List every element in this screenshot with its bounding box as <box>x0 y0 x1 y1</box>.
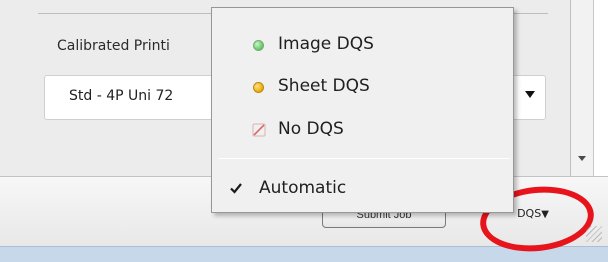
select-value: Std - 4P Uni 72 <box>69 88 174 104</box>
calibrated-printing-label: Calibrated Printi <box>57 38 170 54</box>
vertical-scrollbar[interactable] <box>570 0 594 176</box>
menu-item-automatic[interactable]: Automatic <box>213 171 512 207</box>
checkmark-icon <box>230 183 242 194</box>
menu-item-no-dqs[interactable]: No DQS <box>213 112 512 148</box>
resize-grip[interactable] <box>586 226 602 242</box>
menu-item-label: Sheet DQS <box>278 76 370 96</box>
menu-item-image-dqs[interactable]: Image DQS <box>213 27 512 63</box>
no-dqs-slash-icon <box>252 123 266 137</box>
menu-item-label: Automatic <box>259 178 347 198</box>
menu-item-label: Image DQS <box>278 34 374 54</box>
green-dot-icon <box>253 40 264 51</box>
dqs-popup-menu: Image DQS Sheet DQS No DQS Automatic <box>211 7 514 213</box>
menu-separator <box>218 158 510 159</box>
scroll-down-arrow-icon[interactable] <box>578 156 586 161</box>
menu-item-sheet-dqs[interactable]: Sheet DQS <box>213 69 512 105</box>
orange-dot-icon <box>253 82 264 93</box>
menu-item-label: No DQS <box>278 119 344 139</box>
chevron-down-icon[interactable] <box>525 91 535 98</box>
